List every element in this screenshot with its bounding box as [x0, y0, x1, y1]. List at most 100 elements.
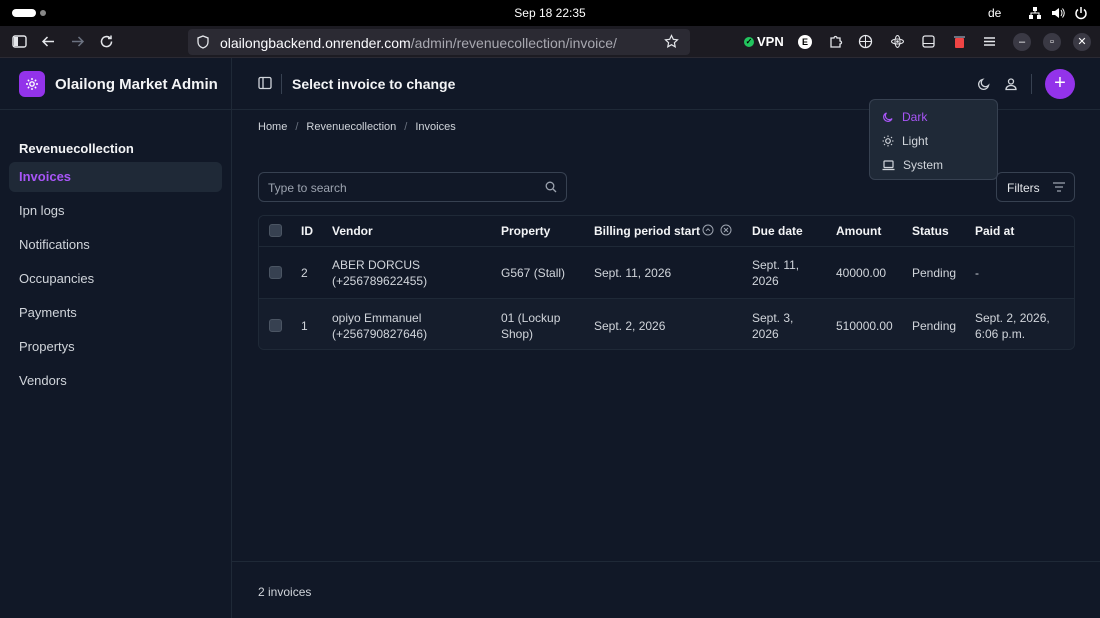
laptop-icon [882, 159, 895, 171]
moon-icon [882, 111, 894, 123]
cell-id: 2 [301, 266, 308, 280]
cell-paid-at: - [975, 265, 979, 281]
system-clock[interactable]: Sep 18 22:35 [0, 6, 1100, 20]
column-header-amount[interactable]: Amount [836, 224, 881, 238]
paid-line-2: 6:06 p.m. [975, 327, 1026, 341]
add-invoice-button[interactable]: + [1045, 69, 1075, 99]
vendor-name[interactable]: opiyo Emmanuel [332, 310, 427, 326]
column-header-id[interactable]: ID [301, 224, 313, 238]
filters-button[interactable]: Filters [996, 172, 1075, 202]
breadcrumb-section[interactable]: Revenuecollection [306, 121, 396, 133]
column-header-paid-at[interactable]: Paid at [975, 224, 1014, 238]
url-text[interactable]: olailongbackend.onrender.com/admin/reven… [220, 35, 617, 51]
reload-icon[interactable] [99, 34, 114, 49]
column-header-billing-period-start[interactable]: Billing period start [594, 224, 700, 238]
extension-badge-icon[interactable]: E [798, 35, 812, 49]
brand-name: Olailong Market Admin [55, 75, 218, 93]
system-top-bar: Sep 18 22:35 de [0, 0, 1100, 26]
reader-view-icon[interactable] [921, 34, 936, 49]
cell-paid-at: Sept. 2, 2026, 6:06 p.m. [975, 310, 1050, 342]
select-all-checkbox[interactable] [269, 224, 282, 237]
cell-amount: 510000.00 [836, 319, 893, 333]
forward-arrow-icon[interactable] [70, 34, 85, 49]
cell-vendor[interactable]: ABER DORCUS (+256789622455) [332, 257, 427, 289]
paid-line-1: - [975, 266, 979, 280]
breadcrumb-home[interactable]: Home [258, 121, 287, 133]
cell-due-date: Sept. 3, 2026 [752, 310, 793, 342]
sidebar-collapse-icon[interactable] [258, 76, 272, 90]
globe-icon[interactable] [858, 34, 873, 49]
results-footer: 2 invoices [232, 561, 1100, 618]
network-icon[interactable] [1028, 6, 1042, 20]
sidebar-toggle-icon[interactable] [12, 34, 27, 49]
cell-status: Pending [912, 319, 957, 333]
table-row[interactable]: 1 opiyo Emmanuel (+256790827646) 01 (Loc… [259, 299, 1074, 349]
sort-remove-icon[interactable] [720, 224, 732, 236]
cell-id: 1 [301, 319, 308, 333]
vendor-phone: (+256790827646) [332, 327, 428, 341]
user-account-icon[interactable] [1004, 77, 1018, 91]
close-window-icon[interactable]: ✕ [1073, 33, 1091, 51]
row-checkbox[interactable] [269, 319, 282, 332]
invoice-table: ID Vendor Property Billing period start … [258, 215, 1075, 350]
sidebar-divider [0, 109, 232, 110]
extensions-puzzle-icon[interactable] [828, 34, 843, 49]
sidebar-item-ipn-logs[interactable]: Ipn logs [9, 196, 222, 226]
property-line-1: 01 (Lockup [501, 311, 561, 325]
atom-extension-icon[interactable] [890, 34, 905, 49]
address-bar[interactable]: olailongbackend.onrender.com/admin/reven… [188, 29, 690, 55]
sidebar-item-vendors[interactable]: Vendors [9, 366, 222, 396]
site-info-icon[interactable] [196, 35, 210, 49]
filters-label: Filters [1007, 181, 1040, 195]
property-line-2: Shop) [501, 327, 534, 341]
menu-hamburger-icon[interactable] [982, 34, 997, 49]
maximize-window-icon[interactable]: ▫ [1043, 33, 1061, 51]
volume-icon[interactable] [1051, 6, 1065, 20]
column-header-status[interactable]: Status [912, 224, 949, 238]
header-divider-right [1031, 74, 1032, 94]
due-line-2: 2026 [752, 274, 779, 288]
brand-logo-icon [19, 71, 45, 97]
brand[interactable]: Olailong Market Admin [19, 71, 218, 97]
column-header-property[interactable]: Property [501, 224, 550, 238]
theme-option-label: System [903, 158, 944, 172]
search-input[interactable] [268, 179, 528, 197]
sidebar-item-invoices[interactable]: Invoices [9, 162, 222, 192]
cell-vendor[interactable]: opiyo Emmanuel (+256790827646) [332, 310, 427, 342]
back-arrow-icon[interactable] [41, 34, 56, 49]
sidebar-item-payments[interactable]: Payments [9, 298, 222, 328]
vendor-name[interactable]: ABER DORCUS [332, 257, 427, 273]
theme-toggle-moon-icon[interactable] [977, 77, 991, 91]
sort-add-icon[interactable] [702, 224, 714, 236]
theme-option-system[interactable]: System [882, 156, 943, 174]
breadcrumb-separator: / [404, 121, 408, 133]
cell-property: 01 (Lockup Shop) [501, 310, 560, 342]
vpn-status[interactable]: ✓ VPN [744, 34, 784, 49]
vendor-phone: (+256789622455) [332, 274, 428, 288]
minimize-window-icon[interactable]: – [1013, 33, 1031, 51]
sidebar-item-notifications[interactable]: Notifications [9, 230, 222, 260]
admin-sidebar: Olailong Market Admin Revenuecollection … [0, 58, 232, 618]
trash-extension-icon[interactable] [952, 34, 967, 49]
theme-option-label: Light [902, 134, 929, 148]
theme-dropdown: Dark Light System [869, 99, 998, 180]
theme-option-dark[interactable]: Dark [882, 108, 927, 126]
table-header-row: ID Vendor Property Billing period start … [259, 216, 1074, 247]
theme-option-light[interactable]: Light [882, 132, 928, 150]
theme-option-label: Dark [902, 110, 928, 124]
sidebar-nav: Invoices Ipn logs Notifications Occupanc… [9, 162, 222, 400]
power-icon[interactable] [1074, 6, 1088, 20]
table-row[interactable]: 2 ABER DORCUS (+256789622455) G567 (Stal… [259, 247, 1074, 299]
sidebar-item-occupancies[interactable]: Occupancies [9, 264, 222, 294]
keyboard-layout[interactable]: de [988, 6, 1001, 20]
row-checkbox[interactable] [269, 266, 282, 279]
bookmark-star-icon[interactable] [664, 34, 679, 49]
sidebar-item-propertys[interactable]: Propertys [9, 332, 222, 362]
cell-billing-start: Sept. 11, 2026 [594, 266, 672, 280]
column-header-vendor[interactable]: Vendor [332, 224, 373, 238]
column-header-due-date[interactable]: Due date [752, 224, 803, 238]
sun-icon [882, 135, 894, 147]
cell-property: G567 (Stall) [501, 265, 565, 281]
page-title: Select invoice to change [292, 76, 456, 92]
search-icon[interactable] [545, 181, 557, 193]
